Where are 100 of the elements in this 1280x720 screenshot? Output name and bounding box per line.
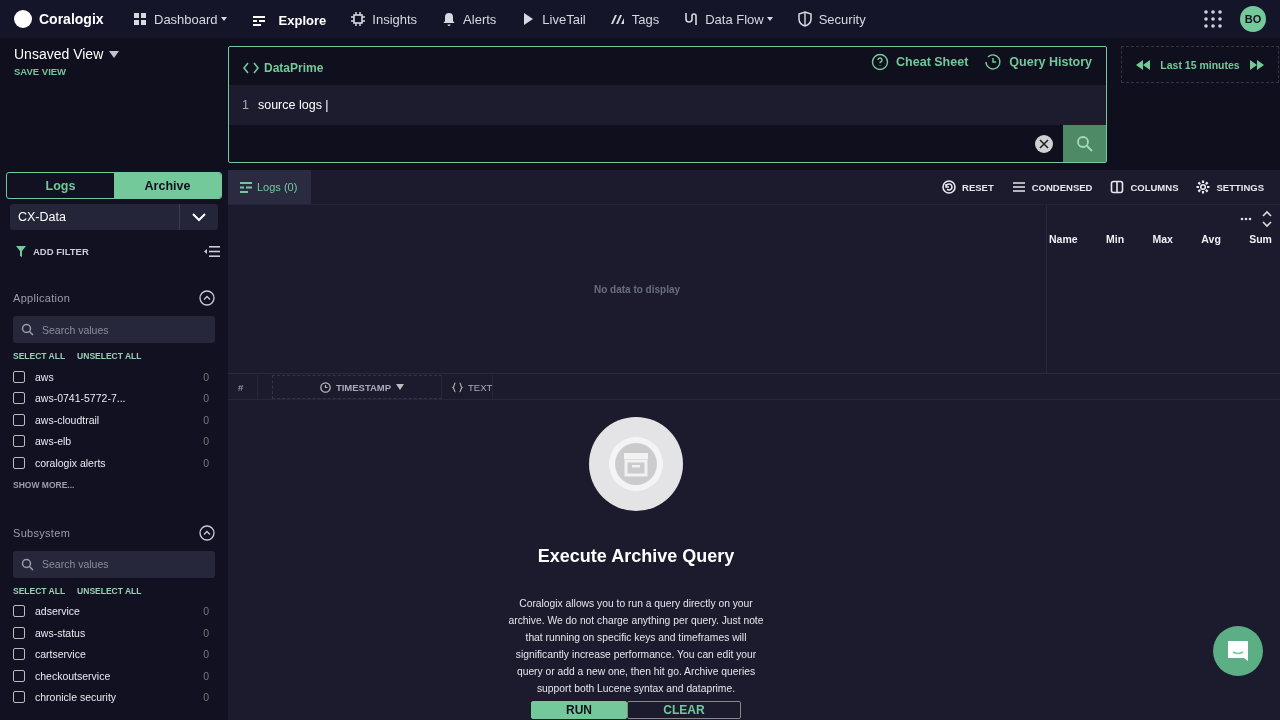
source-tab[interactable]: Archive [114, 173, 221, 198]
search-button[interactable] [1063, 125, 1106, 162]
search-icon [1075, 134, 1094, 153]
toolbar-button[interactable]: COLUMNS [1110, 180, 1179, 194]
dataset-dropdown[interactable]: CX-Data [10, 204, 218, 230]
value-count: 0 [203, 435, 209, 448]
columns-icon [1110, 180, 1125, 194]
search-field[interactable]: Search values [13, 316, 215, 343]
column-header: Max [1152, 233, 1173, 245]
more-icon[interactable] [1240, 217, 1252, 221]
close-icon [1039, 138, 1049, 149]
checkbox[interactable] [13, 669, 25, 682]
sort-caret-icon [396, 384, 405, 390]
code-icon [243, 62, 259, 74]
filter-value[interactable]: checkoutservice [35, 669, 111, 682]
value-count: 0 [203, 626, 209, 639]
collapse-icon[interactable] [199, 290, 215, 306]
filter-value[interactable]: aws [35, 370, 54, 383]
query-history-link[interactable]: Query History [984, 53, 1092, 71]
checkbox[interactable] [13, 435, 25, 448]
toolbar-button[interactable]: SETTINGS [1196, 180, 1264, 194]
filter-value[interactable]: cartservice [35, 648, 86, 661]
filter-value[interactable]: aws-0741-5772-7... [35, 392, 126, 405]
nav-item[interactable]: Data Flow [683, 4, 773, 34]
add-filter-button[interactable]: ADD FILTER [16, 246, 89, 257]
logo-icon [14, 10, 32, 28]
time-range-picker[interactable]: Last 15 minutes [1121, 46, 1279, 83]
nav-item[interactable]: Tags [609, 4, 660, 34]
archive-icon [588, 416, 684, 512]
braces-icon [452, 381, 463, 393]
checkbox[interactable] [13, 392, 25, 405]
empty-state-title: Execute Archive Query [537, 546, 735, 567]
clear-button[interactable]: CLEAR [627, 701, 741, 719]
value-count: 0 [203, 605, 209, 618]
view-selector[interactable]: Unsaved View [14, 46, 120, 62]
chat-button[interactable] [1213, 626, 1263, 676]
column-header: Min [1106, 233, 1125, 245]
nav-item[interactable]: Dashboard [132, 4, 227, 34]
toolbar-button[interactable]: CONDENSED [1011, 180, 1093, 194]
collapse-panel-icon[interactable] [204, 246, 220, 257]
run-button[interactable]: RUN [531, 701, 627, 719]
source-tab[interactable]: Logs [7, 173, 114, 198]
filter-value[interactable]: coralogix alerts [35, 456, 106, 469]
caret-icon [109, 50, 120, 58]
checkbox[interactable] [13, 626, 25, 639]
column-header[interactable]: TEXT [442, 375, 494, 399]
query-language-label[interactable]: DataPrime [243, 61, 324, 75]
select-all-link[interactable]: SELECT ALL [13, 351, 66, 361]
clear-query-button[interactable] [1035, 134, 1053, 153]
brand-name: Coralogix [39, 11, 104, 27]
filter-value[interactable]: chronicle security [35, 691, 117, 704]
value-count: 0 [203, 648, 209, 661]
empty-state-description: Coralogix allows you to run a query directly on your archive. We do not charge anything per query. Just note that running on specific keys and timeframes will significantly increase performance. You can edit your query or add a new one, then hit go. Archive queries support both Lucene syntax and dataprime. [507, 597, 765, 696]
value-count: 0 [203, 456, 209, 469]
chevron-up-down-icon[interactable] [1262, 210, 1272, 228]
column-header: Avg [1201, 233, 1221, 245]
search-field[interactable]: Search values [13, 550, 215, 578]
settings-icon [1196, 180, 1211, 194]
value-count: 0 [203, 691, 209, 704]
nav-item[interactable]: Explore [250, 12, 327, 29]
user-avatar[interactable]: BO [1240, 6, 1266, 32]
grid-icon [132, 11, 148, 27]
filter-icon [16, 246, 26, 257]
value-count: 0 [203, 370, 209, 383]
select-all-link[interactable]: SELECT ALL [13, 585, 66, 596]
nav-item[interactable]: Insights [350, 4, 418, 34]
query-editor[interactable]: 1 source logs | [229, 85, 1106, 125]
column-header[interactable]: # [228, 375, 258, 399]
chevron-down-icon [192, 212, 206, 222]
empty-chart-message: No data to display [593, 283, 681, 295]
results-tab[interactable]: Logs (0) [228, 170, 312, 204]
checkbox[interactable] [13, 648, 25, 661]
unselect-all-link[interactable]: UNSELECT ALL [77, 351, 142, 361]
checkbox[interactable] [13, 456, 25, 469]
collapse-icon[interactable] [199, 524, 215, 541]
filter-group-title: Application [13, 292, 71, 304]
checkbox[interactable] [13, 413, 25, 426]
unselect-all-link[interactable]: UNSELECT ALL [77, 585, 142, 596]
help-icon [871, 53, 890, 71]
checkbox[interactable] [13, 370, 25, 383]
history-icon [984, 53, 1003, 71]
nav-item[interactable]: LiveTail [520, 4, 586, 34]
filter-group-title: Subsystem [13, 526, 71, 539]
checkbox[interactable] [13, 691, 25, 704]
checkbox[interactable] [13, 605, 25, 618]
column-header[interactable]: TIMESTAMP [272, 375, 442, 399]
nav-item[interactable]: Security [796, 4, 866, 34]
apps-grid-icon[interactable] [1204, 10, 1222, 28]
chat-icon [1225, 638, 1251, 664]
filter-value[interactable]: aws-status [35, 626, 86, 639]
cheat-sheet-link[interactable]: Cheat Sheet [871, 53, 969, 71]
flow-icon [683, 11, 700, 27]
toolbar-button[interactable]: RESET [942, 180, 994, 194]
nav-item[interactable]: Alerts [441, 4, 497, 34]
clock-icon [319, 381, 331, 393]
show-more-link[interactable]: SHOW MORE... [13, 479, 75, 490]
filter-value[interactable]: aws-cloudtrail [35, 413, 100, 426]
filter-value[interactable]: aws-elb [35, 435, 72, 448]
save-view-link[interactable]: SAVE VIEW [14, 66, 67, 77]
filter-value[interactable]: adservice [35, 605, 80, 618]
